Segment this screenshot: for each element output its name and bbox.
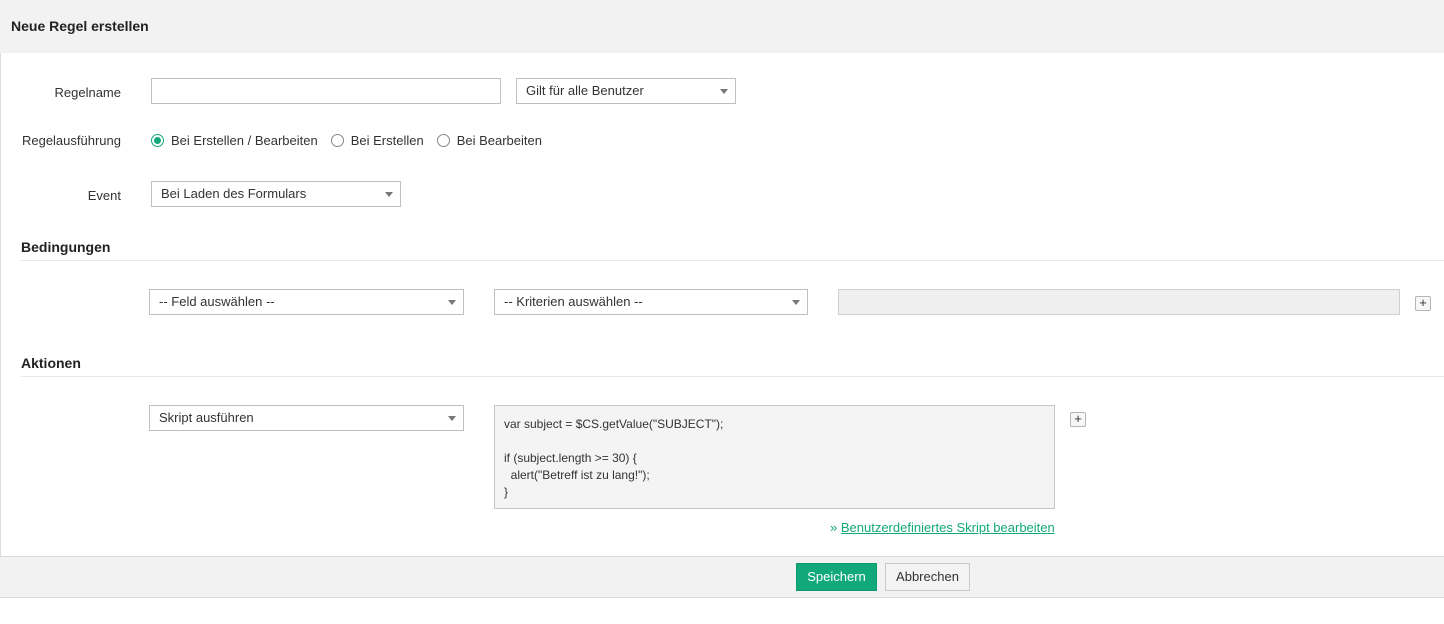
radio-on-create[interactable]: Bei Erstellen — [330, 133, 424, 148]
script-line: } — [504, 485, 509, 499]
chevron-down-icon — [385, 192, 393, 197]
divider — [21, 376, 1444, 377]
edit-script-link-wrap: » Benutzerdefiniertes Skript bearbeiten — [830, 520, 1055, 535]
panel-header: Neue Regel erstellen — [0, 0, 1444, 53]
radio-button[interactable] — [436, 134, 450, 147]
user-scope-value: Gilt für alle Benutzer — [526, 83, 644, 98]
event-select[interactable]: Bei Laden des Formulars — [151, 181, 401, 207]
condition-criteria-value: -- Kriterien auswählen -- — [504, 294, 643, 309]
condition-field-select[interactable]: -- Feld auswählen -- — [149, 289, 464, 315]
radio-label: Bei Bearbeiten — [456, 133, 542, 148]
radio-button-selected[interactable] — [151, 134, 164, 147]
radio-button[interactable] — [330, 134, 344, 147]
page-title: Neue Regel erstellen — [11, 18, 149, 34]
action-type-value: Skript ausführen — [159, 410, 254, 425]
execution-radio-group: Bei Erstellen / Bearbeiten Bei Erstellen… — [151, 133, 555, 148]
chevron-down-icon — [448, 416, 456, 421]
condition-criteria-select[interactable]: -- Kriterien auswählen -- — [494, 289, 808, 315]
script-line: var subject = $CS.getValue("SUBJECT"); — [504, 417, 724, 431]
script-editor[interactable]: var subject = $CS.getValue("SUBJECT"); i… — [494, 405, 1055, 509]
add-action-button[interactable]: + — [1070, 412, 1086, 427]
radio-on-edit[interactable]: Bei Bearbeiten — [436, 133, 542, 148]
radio-label: Bei Erstellen — [350, 133, 424, 148]
script-line — [504, 433, 1045, 450]
script-line: alert("Betreff ist zu lang!"); — [504, 468, 650, 482]
script-line: if (subject.length >= 30) { — [504, 451, 637, 465]
divider — [21, 260, 1444, 261]
condition-value-field — [838, 289, 1400, 315]
actions-heading: Aktionen — [21, 355, 81, 371]
save-button[interactable]: Speichern — [796, 563, 877, 591]
conditions-heading: Bedingungen — [21, 239, 111, 255]
link-prefix: » — [830, 520, 841, 535]
chevron-down-icon — [792, 300, 800, 305]
edit-custom-script-link[interactable]: Benutzerdefiniertes Skript bearbeiten — [841, 520, 1055, 535]
event-value: Bei Laden des Formulars — [161, 186, 307, 201]
event-label: Event — [87, 188, 121, 203]
radio-label: Bei Erstellen / Bearbeiten — [171, 133, 318, 148]
radio-on-create-or-edit[interactable]: Bei Erstellen / Bearbeiten — [151, 133, 318, 148]
execution-label: Regelausführung — [21, 133, 121, 148]
footer-bar — [0, 556, 1444, 598]
add-condition-button[interactable]: + — [1415, 296, 1431, 311]
cancel-button[interactable]: Abbrechen — [885, 563, 970, 591]
chevron-down-icon — [448, 300, 456, 305]
rule-name-input[interactable] — [151, 78, 501, 104]
user-scope-select[interactable]: Gilt für alle Benutzer — [516, 78, 736, 104]
chevron-down-icon — [720, 89, 728, 94]
rule-name-label: Regelname — [54, 85, 122, 100]
condition-field-value: -- Feld auswählen -- — [159, 294, 275, 309]
action-type-select[interactable]: Skript ausführen — [149, 405, 464, 431]
